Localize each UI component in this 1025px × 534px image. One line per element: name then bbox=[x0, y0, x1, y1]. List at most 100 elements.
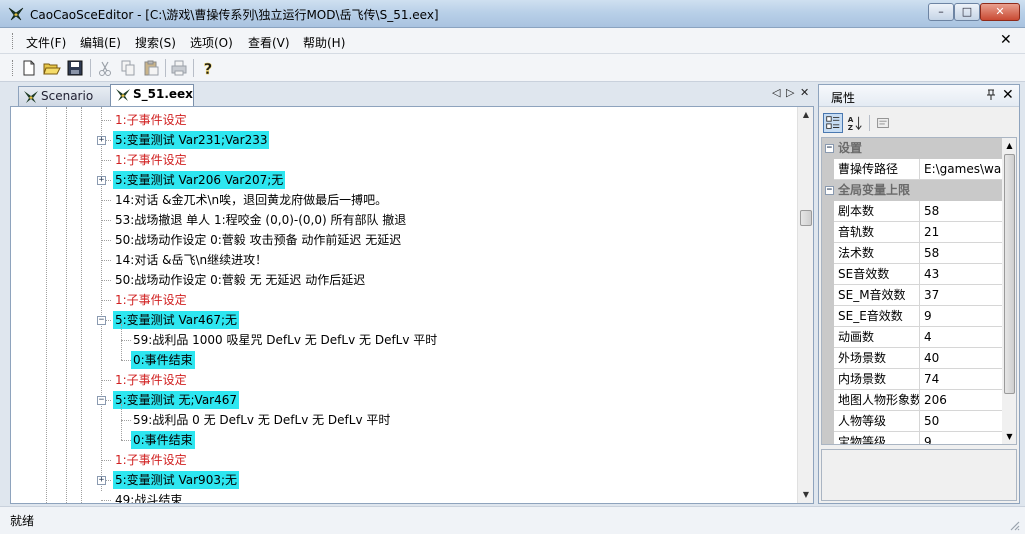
property-row[interactable]: SE_E音效数 9 bbox=[822, 306, 1002, 327]
cut-icon[interactable] bbox=[96, 59, 114, 77]
property-row[interactable]: SE音效数 43 bbox=[822, 264, 1002, 285]
tab-scenario[interactable]: Scenario bbox=[18, 86, 112, 106]
collapse-node-icon[interactable]: − bbox=[97, 316, 106, 325]
tree-node[interactable]: 5:变量测试 Var467;无 bbox=[113, 310, 240, 330]
property-value[interactable]: 58 bbox=[921, 201, 1002, 221]
property-value[interactable]: 40 bbox=[921, 348, 1002, 368]
property-row[interactable]: 内场景数 74 bbox=[822, 369, 1002, 390]
tree-node[interactable]: 5:变量测试 Var903;无 bbox=[113, 470, 240, 490]
scroll-down-icon[interactable]: ▼ bbox=[1002, 429, 1016, 444]
property-row[interactable]: 剧本数 58 bbox=[822, 201, 1002, 222]
property-row[interactable]: 人物等级 50 bbox=[822, 411, 1002, 432]
property-value[interactable]: 43 bbox=[921, 264, 1002, 284]
pin-icon[interactable] bbox=[985, 89, 997, 101]
tree-node[interactable]: 49:战斗结束 bbox=[113, 490, 184, 503]
property-name: 内场景数 bbox=[834, 369, 920, 389]
tree-node[interactable]: 0:事件结束 bbox=[131, 350, 195, 370]
property-value[interactable]: 9 bbox=[921, 306, 1002, 326]
paste-icon[interactable] bbox=[142, 59, 160, 77]
collapse-category-icon[interactable]: − bbox=[825, 144, 834, 153]
property-value[interactable]: 21 bbox=[921, 222, 1002, 242]
property-value[interactable]: E:\games\wa bbox=[921, 159, 1002, 179]
tab-scroll-right-icon[interactable]: ▷ bbox=[786, 86, 794, 99]
tree-node[interactable]: 14:对话 &岳飞\n继续进攻！ bbox=[113, 250, 269, 270]
help-icon[interactable]: ? ? bbox=[199, 59, 217, 77]
property-grid[interactable]: − 设置 曹操传路径 E:\games\wa − 全局变量上限 剧本数 58 音轨数 21 法术数 5… bbox=[821, 137, 1017, 445]
maximize-button[interactable]: □ bbox=[954, 3, 980, 21]
tree-node[interactable]: 5:变量测试 Var206 Var207;无 bbox=[113, 170, 286, 190]
tree-node[interactable]: 59:战利品 1000 吸星咒 DefLv 无 DefLv 无 DefLv 平时 bbox=[131, 330, 439, 350]
tree-node[interactable]: 1:子事件设定 bbox=[113, 450, 189, 470]
scroll-thumb[interactable] bbox=[1004, 154, 1015, 394]
event-tree[interactable]: 1:子事件设定 +5:变量测试 Var231;Var233 1:子事件设定 +5:变量… bbox=[10, 106, 814, 504]
print-icon[interactable] bbox=[170, 59, 188, 77]
property-row[interactable]: SE_M音效数 37 bbox=[822, 285, 1002, 306]
tree-node[interactable]: 5:变量测试 Var231;Var233 bbox=[113, 130, 270, 150]
tree-node[interactable]: 53:战场撤退 单人 1:程咬金 (0,0)-(0,0) 所有部队 撤退 bbox=[113, 210, 408, 230]
tab-close-icon[interactable]: ✕ bbox=[800, 86, 809, 99]
tree-node[interactable]: 1:子事件设定 bbox=[113, 290, 189, 310]
scroll-up-icon[interactable]: ▲ bbox=[1002, 138, 1016, 153]
close-pane-icon[interactable]: ✕ bbox=[1002, 87, 1014, 103]
tab-s51-eex[interactable]: S_51.eex bbox=[110, 84, 194, 106]
menu-help[interactable]: 帮助(H) bbox=[303, 34, 345, 51]
property-value[interactable]: 4 bbox=[921, 327, 1002, 347]
menu-edit[interactable]: 编辑(E) bbox=[80, 34, 121, 51]
property-row[interactable]: 宝物等级 9 bbox=[822, 432, 1002, 444]
close-document-icon[interactable]: ✕ bbox=[1000, 32, 1012, 48]
tree-vertical-scrollbar[interactable]: ▲ ▼ bbox=[797, 107, 813, 503]
property-value[interactable]: 37 bbox=[921, 285, 1002, 305]
status-text: 就绪 bbox=[10, 514, 35, 528]
collapse-node-icon[interactable]: − bbox=[97, 396, 106, 405]
property-value[interactable]: 74 bbox=[921, 369, 1002, 389]
tree-node[interactable]: 1:子事件设定 bbox=[113, 110, 189, 130]
menu-file[interactable]: 文件(F) bbox=[26, 34, 66, 51]
scroll-thumb[interactable] bbox=[800, 210, 812, 226]
tree-node[interactable]: 1:子事件设定 bbox=[113, 370, 189, 390]
open-folder-icon[interactable] bbox=[43, 59, 61, 77]
scroll-up-icon[interactable]: ▲ bbox=[798, 107, 813, 123]
tree-node[interactable]: 0:事件结束 bbox=[131, 430, 195, 450]
expand-node-icon[interactable]: + bbox=[97, 176, 106, 185]
tree-node[interactable]: 59:战利品 0 无 DefLv 无 DefLv 无 DefLv 平时 bbox=[131, 410, 392, 430]
property-row[interactable]: 曹操传路径 E:\games\wa bbox=[822, 159, 1002, 180]
tab-scroll-left-icon[interactable]: ◁ bbox=[772, 86, 780, 99]
tree-node[interactable]: 50:战场动作设定 0:菅毅 无 无延迟 动作后延迟 bbox=[113, 270, 367, 290]
property-value[interactable]: 9 bbox=[921, 432, 1002, 444]
scroll-down-icon[interactable]: ▼ bbox=[798, 487, 813, 503]
property-value[interactable]: 206 bbox=[921, 390, 1002, 410]
menu-view[interactable]: 查看(V) bbox=[248, 34, 290, 51]
new-file-icon[interactable] bbox=[20, 59, 38, 77]
property-category[interactable]: − 全局变量上限 bbox=[822, 180, 1002, 201]
property-row[interactable]: 外场景数 40 bbox=[822, 348, 1002, 369]
copy-icon[interactable] bbox=[119, 59, 137, 77]
tree-node[interactable]: 50:战场动作设定 0:菅毅 攻击预备 动作前延迟 无延迟 bbox=[113, 230, 403, 250]
save-icon[interactable] bbox=[66, 59, 84, 77]
resize-grip-icon[interactable] bbox=[1008, 519, 1020, 531]
property-row[interactable]: 法术数 58 bbox=[822, 243, 1002, 264]
alphabetical-sort-icon[interactable]: A Z bbox=[845, 113, 865, 133]
tree-node[interactable]: 1:子事件设定 bbox=[113, 150, 189, 170]
property-row[interactable]: 地图人物形象数 206 bbox=[822, 390, 1002, 411]
menu-search[interactable]: 搜索(S) bbox=[135, 34, 176, 51]
property-row[interactable]: 动画数 4 bbox=[822, 327, 1002, 348]
property-row-gutter bbox=[822, 159, 834, 180]
tree-node[interactable]: 5:变量测试 无;Var467 bbox=[113, 390, 240, 410]
property-value[interactable]: 58 bbox=[921, 243, 1002, 263]
property-row[interactable]: 音轨数 21 bbox=[822, 222, 1002, 243]
expand-node-icon[interactable]: + bbox=[97, 476, 106, 485]
property-name: 剧本数 bbox=[834, 201, 920, 221]
collapse-category-icon[interactable]: − bbox=[825, 186, 834, 195]
tree-node[interactable]: 14:对话 &金兀术\n唉，退回黄龙府做最后一搏吧。 bbox=[113, 190, 389, 210]
menu-grip[interactable] bbox=[12, 33, 15, 49]
menu-options[interactable]: 选项(O) bbox=[190, 34, 233, 51]
categorized-icon[interactable] bbox=[823, 113, 843, 133]
property-category[interactable]: − 设置 bbox=[822, 138, 1002, 159]
property-grid-scrollbar[interactable]: ▲ ▼ bbox=[1002, 138, 1016, 444]
expand-node-icon[interactable]: + bbox=[97, 136, 106, 145]
toolbar-grip[interactable] bbox=[12, 60, 15, 76]
property-pages-icon[interactable] bbox=[873, 113, 893, 133]
property-value[interactable]: 50 bbox=[921, 411, 1002, 431]
minimize-button[interactable]: – bbox=[928, 3, 954, 21]
close-window-button[interactable]: ✕ bbox=[980, 3, 1020, 21]
